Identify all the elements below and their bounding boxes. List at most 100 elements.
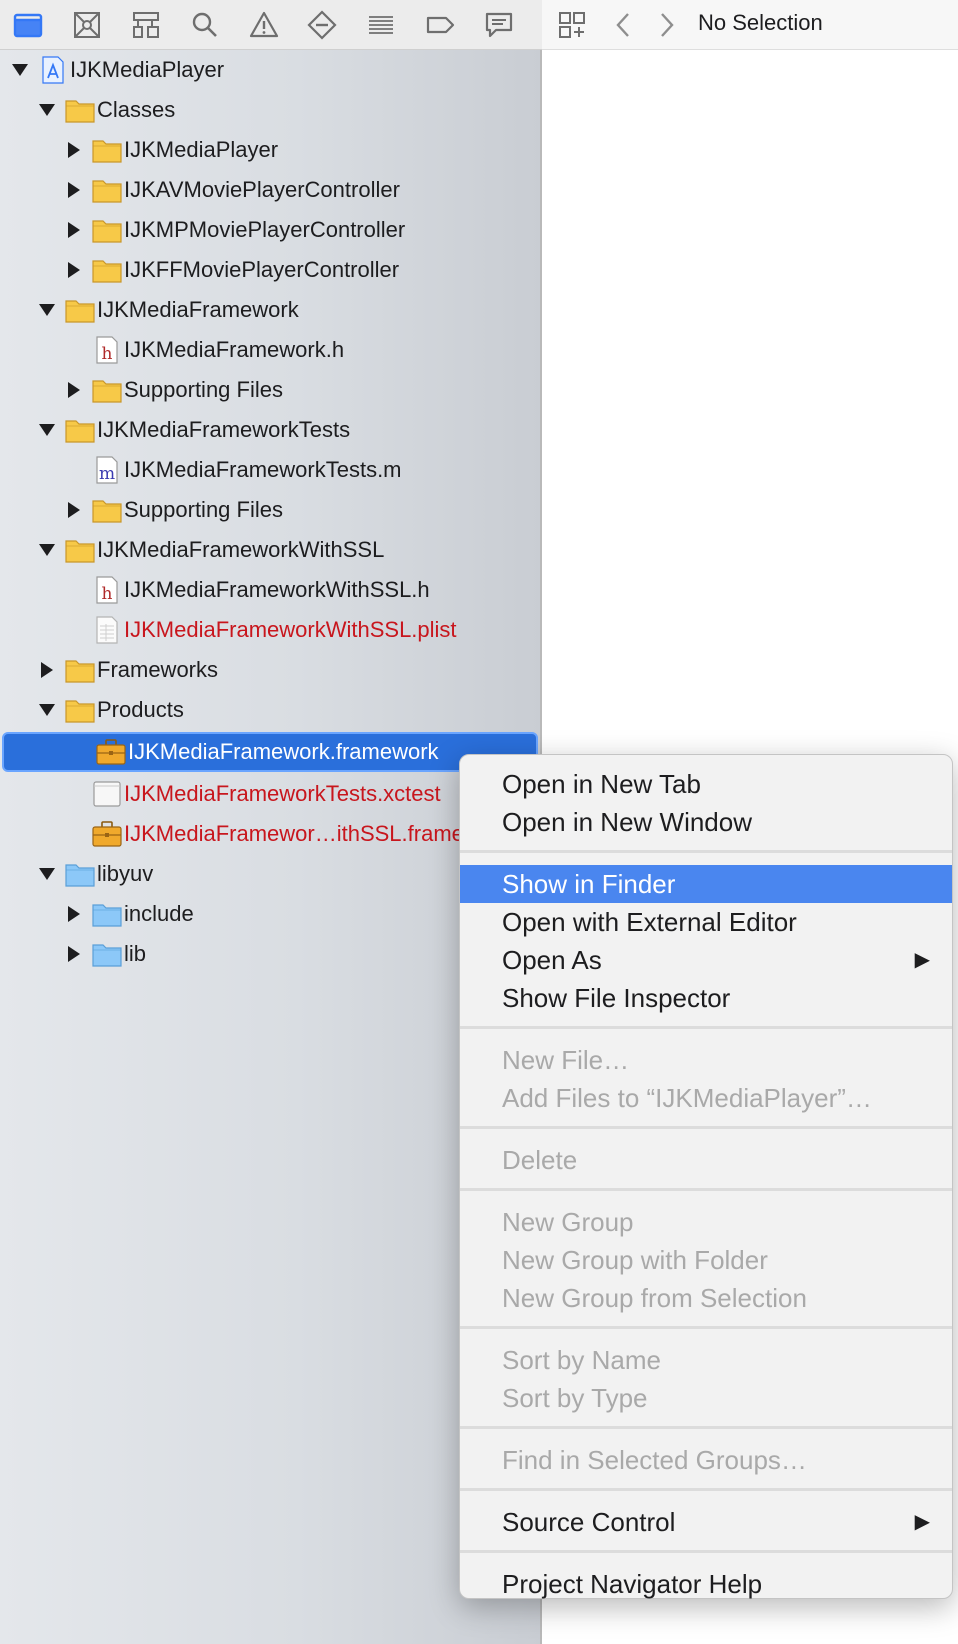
- folder-icon: [92, 216, 122, 244]
- disclosure-open-icon[interactable]: [35, 410, 59, 450]
- tree-row[interactable]: Products: [0, 690, 540, 730]
- tree-row-label: IJKFFMoviePlayerController: [124, 257, 400, 282]
- disclosure-closed-icon[interactable]: [62, 250, 86, 290]
- jump-bar-title: No Selection: [698, 10, 823, 35]
- disclosure-closed-icon[interactable]: [62, 894, 86, 934]
- issue-navigator-icon[interactable]: [248, 0, 307, 50]
- tree-row-label: lib: [124, 941, 147, 966]
- test-navigator-icon[interactable]: [306, 0, 365, 50]
- debug-navigator-icon[interactable]: [365, 0, 424, 50]
- disclosure-closed-icon[interactable]: [62, 490, 86, 530]
- tree-row[interactable]: h IJKMediaFramework.h: [0, 330, 540, 370]
- tree-row[interactable]: Supporting Files: [0, 490, 540, 530]
- disclosure-closed-icon[interactable]: [62, 370, 86, 410]
- menu-separator: [460, 1426, 952, 1429]
- tree-row[interactable]: IJKMediaPlayer: [0, 130, 540, 170]
- menu-item-label: Project Navigator Help: [502, 1569, 763, 1599]
- disclosure-closed-icon[interactable]: [62, 130, 86, 170]
- breakpoint-navigator-icon[interactable]: [424, 0, 483, 50]
- disclosure-open-icon[interactable]: [35, 290, 59, 330]
- xcode-project-icon: [38, 56, 68, 84]
- tree-row[interactable]: IJKMediaFrameworkWithSSL.plist: [0, 610, 540, 650]
- menu-separator: [460, 850, 952, 853]
- menu-item[interactable]: Project Navigator Help: [460, 1565, 952, 1603]
- tree-row[interactable]: h IJKMediaFrameworkWithSSL.h: [0, 570, 540, 610]
- tree-row[interactable]: IJKAVMoviePlayerController: [0, 170, 540, 210]
- tree-row[interactable]: Classes: [0, 90, 540, 130]
- menu-item-label: Source Control: [502, 1507, 676, 1537]
- menu-item[interactable]: Show in Finder: [460, 865, 952, 903]
- disclosure-open-icon[interactable]: [35, 854, 59, 894]
- menu-item[interactable]: Open As ▶: [460, 941, 952, 979]
- menu-item[interactable]: Show File Inspector: [460, 979, 952, 1017]
- menu-item-label: Delete: [502, 1145, 578, 1175]
- tree-row[interactable]: IJKFFMoviePlayerController: [0, 250, 540, 290]
- xctest-bundle-icon: [92, 780, 122, 808]
- find-navigator-icon[interactable]: [189, 0, 248, 50]
- tree-row[interactable]: IJKMediaPlayer: [0, 50, 540, 90]
- disclosure-closed-icon[interactable]: [62, 210, 86, 250]
- menu-item-label: Open in New Tab: [502, 769, 701, 799]
- disclosure-closed-icon[interactable]: [62, 170, 86, 210]
- tree-row-label: IJKMediaFramewor…ithSSL.framework: [124, 821, 511, 846]
- header-file-icon: h: [92, 336, 122, 364]
- menu-item: New Group: [460, 1203, 952, 1241]
- forward-chevron-icon[interactable]: [650, 9, 682, 41]
- folder-icon: [92, 256, 122, 284]
- menu-item: Find in Selected Groups…: [460, 1441, 952, 1479]
- folder-icon: [65, 536, 95, 564]
- menu-item-label: Open in New Window: [502, 807, 752, 837]
- tree-row-label: IJKMediaPlayer: [70, 57, 225, 82]
- menu-item-label: Sort by Name: [502, 1345, 661, 1375]
- menu-item[interactable]: Source Control ▶: [460, 1503, 952, 1541]
- back-chevron-icon[interactable]: [608, 9, 640, 41]
- related-items-icon[interactable]: [556, 9, 588, 41]
- tree-row-label: IJKMediaFramework.framework: [128, 739, 439, 764]
- tree-row[interactable]: IJKMediaFrameworkTests: [0, 410, 540, 450]
- menu-separator: [460, 1126, 952, 1129]
- tree-row-label: IJKMediaFrameworkWithSSL.plist: [124, 617, 457, 642]
- tree-row-label: Frameworks: [97, 657, 219, 682]
- disclosure-closed-icon[interactable]: [35, 650, 59, 690]
- menu-item[interactable]: Open in New Tab: [460, 765, 952, 803]
- menu-item-label: Sort by Type: [502, 1383, 648, 1413]
- disclosure-open-icon[interactable]: [35, 690, 59, 730]
- project-navigator-icon[interactable]: [12, 0, 71, 50]
- tree-row[interactable]: IJKMediaFramework: [0, 290, 540, 330]
- disclosure-closed-icon[interactable]: [62, 934, 86, 974]
- navigator-toolbar: [0, 0, 542, 50]
- tree-row-label: include: [124, 901, 194, 926]
- menu-item-label: Open with External Editor: [502, 907, 797, 937]
- plist-file-icon: [92, 616, 122, 644]
- menu-item[interactable]: Open with External Editor: [460, 903, 952, 941]
- tree-row-label: IJKMediaFrameworkTests.m: [124, 457, 402, 482]
- tree-row-label: IJKMediaPlayer: [124, 137, 279, 162]
- disclosure-open-icon[interactable]: [35, 530, 59, 570]
- menu-item-label: New Group from Selection: [502, 1283, 807, 1313]
- menu-item-label: Find in Selected Groups…: [502, 1445, 807, 1475]
- menu-item: Sort by Name: [460, 1341, 952, 1379]
- svg-text:h: h: [102, 344, 113, 364]
- blue-folder-icon: [92, 940, 122, 968]
- svg-text:m: m: [99, 464, 115, 484]
- menu-separator: [460, 1188, 952, 1191]
- tree-row-label: IJKMediaFramework: [97, 297, 299, 322]
- tree-row-label: Classes: [97, 97, 176, 122]
- tree-row[interactable]: m IJKMediaFrameworkTests.m: [0, 450, 540, 490]
- tree-row-label: Supporting Files: [124, 377, 283, 402]
- symbol-navigator-icon[interactable]: [130, 0, 189, 50]
- tree-row[interactable]: Frameworks: [0, 650, 540, 690]
- menu-item: New File…: [460, 1041, 952, 1079]
- tree-row-label: IJKMediaFrameworkWithSSL: [97, 537, 385, 562]
- disclosure-open-icon[interactable]: [35, 90, 59, 130]
- tree-row[interactable]: IJKMPMoviePlayerController: [0, 210, 540, 250]
- menu-item: Delete: [460, 1141, 952, 1179]
- report-navigator-icon[interactable]: [483, 0, 542, 50]
- tree-row[interactable]: IJKMediaFrameworkWithSSL: [0, 530, 540, 570]
- tree-row[interactable]: IJKMediaFramework.framework: [2, 732, 538, 772]
- disclosure-open-icon[interactable]: [8, 50, 32, 90]
- source-control-icon[interactable]: [71, 0, 130, 50]
- blue-folder-icon: [65, 860, 95, 888]
- menu-item[interactable]: Open in New Window: [460, 803, 952, 841]
- tree-row[interactable]: Supporting Files: [0, 370, 540, 410]
